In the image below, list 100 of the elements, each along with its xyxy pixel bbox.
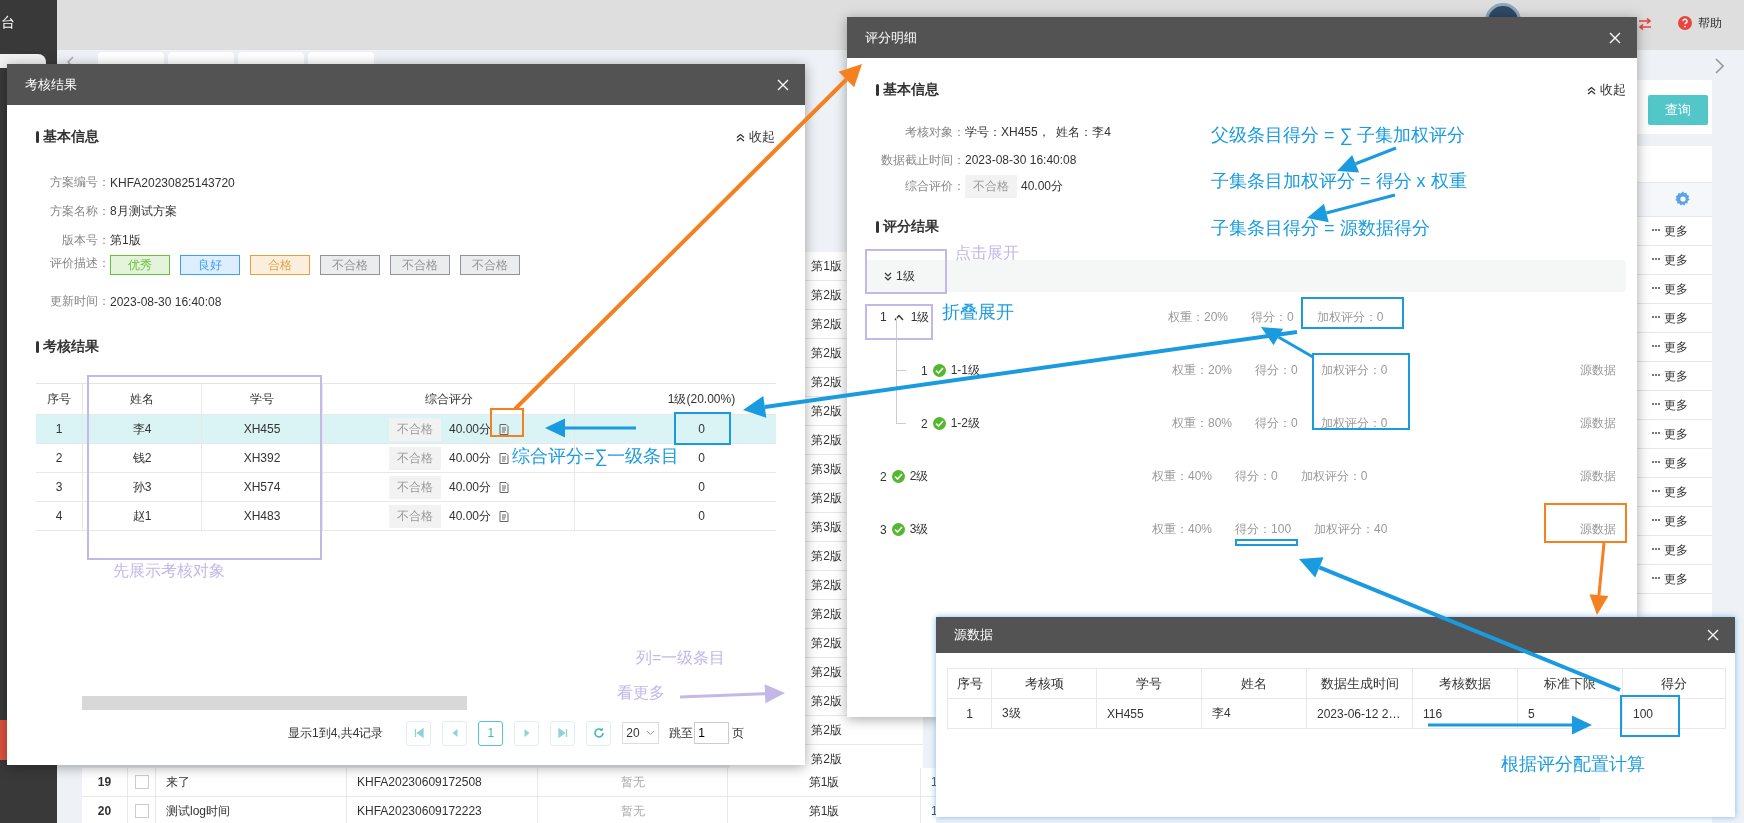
- weighted-score-text: 加权评分：0: [1320, 362, 1388, 379]
- annotation-text: 子集条目得分 = 源数据得分: [1211, 218, 1430, 240]
- table-cell: 100: [1633, 706, 1654, 721]
- field-label: 综合评价：: [904, 177, 965, 195]
- table-cell: XH392: [243, 451, 281, 465]
- page-input[interactable]: 1: [694, 722, 730, 744]
- more-link[interactable]: 更多: [1664, 396, 1688, 414]
- annotation-text: 折叠展开: [942, 302, 1014, 324]
- more-link[interactable]: 更多: [1664, 570, 1688, 588]
- table-cell: 1: [966, 706, 973, 721]
- table-cell: 赵1: [132, 507, 152, 525]
- table-cell: 第2版: [811, 344, 842, 362]
- table-row[interactable]: 1 李4 XH455 不合格 40.00分 0: [36, 415, 776, 444]
- close-icon[interactable]: [1707, 629, 1719, 641]
- more-icon: [1652, 258, 1660, 262]
- tree-connector: [896, 370, 906, 424]
- grade-tag: 不合格: [389, 475, 441, 499]
- grade-tag: 不合格: [389, 504, 441, 528]
- field-label: 考核对象：: [904, 123, 965, 141]
- column-header: 数据生成时间: [1307, 669, 1413, 698]
- chevrons-up-icon[interactable]: [1587, 85, 1596, 95]
- table-cell: 第2版: [811, 402, 842, 420]
- document-icon[interactable]: [499, 452, 510, 464]
- highlight-frame: [490, 408, 524, 437]
- weighted-score-text: 加权评分：0: [1316, 308, 1384, 326]
- group-header[interactable]: 1级: [866, 260, 1626, 292]
- highlight-frame: [674, 412, 731, 445]
- table-cell: 第2版: [811, 547, 842, 565]
- table-cell: 测试log时间: [155, 797, 346, 823]
- item-label: 1: [880, 310, 887, 324]
- field-label: 数据截止时间：: [880, 151, 965, 169]
- score-text: 得分：0: [1255, 362, 1298, 379]
- document-icon[interactable]: [499, 423, 510, 435]
- more-link[interactable]: 更多: [1664, 367, 1688, 385]
- checkbox[interactable]: [134, 775, 149, 789]
- more-link[interactable]: 更多: [1664, 222, 1688, 240]
- table-cell: 第1版: [727, 768, 920, 796]
- swap-icon[interactable]: [1638, 18, 1652, 30]
- more-link[interactable]: 更多: [1664, 541, 1688, 559]
- settings-icon[interactable]: [1675, 191, 1691, 207]
- table-cell: 第2版: [811, 489, 842, 507]
- collapse-link[interactable]: 收起: [749, 128, 775, 146]
- more-link[interactable]: 更多: [1664, 338, 1688, 356]
- table-cell: 0: [698, 480, 705, 494]
- table-cell: 3: [55, 480, 63, 494]
- table-cell: 第1版: [811, 257, 842, 275]
- table-cell: 0: [698, 422, 705, 436]
- score-text: 40.00分: [449, 449, 492, 467]
- more-link[interactable]: 更多: [1664, 251, 1688, 269]
- caret-icon[interactable]: [893, 313, 904, 321]
- table-row[interactable]: 3 孙3 XH574 不合格 40.00分 0: [36, 473, 776, 502]
- highlight-frame: [865, 304, 933, 340]
- score-text: 得分：100: [1235, 521, 1292, 538]
- item-label: 3: [880, 522, 887, 537]
- field-value: 2023-08-30 16:40:08: [965, 153, 1077, 167]
- table-row[interactable]: 4 赵1 XH483 不合格 40.00分 0: [36, 502, 776, 531]
- highlight-frame: [1235, 539, 1298, 546]
- table-cell: 暂无: [537, 797, 727, 823]
- pager-summary: 显示1到4,共4记录: [288, 724, 384, 742]
- table-cell: 来了: [155, 768, 346, 796]
- item-label: 1-1级: [950, 362, 981, 379]
- item-label: 2: [880, 469, 887, 484]
- help-icon[interactable]: [1678, 16, 1692, 30]
- grade-tag: 良好: [180, 255, 240, 275]
- annotation-text: 根据评分配置计算: [1501, 754, 1645, 776]
- help-link[interactable]: 帮助: [1698, 15, 1722, 32]
- more-link[interactable]: 更多: [1664, 280, 1688, 298]
- page-size-select[interactable]: 20: [622, 722, 660, 744]
- document-icon[interactable]: [499, 481, 510, 493]
- column-header: 学号: [1097, 669, 1202, 698]
- collapse-link[interactable]: 收起: [1600, 81, 1626, 99]
- more-icon: [1652, 374, 1660, 378]
- table-cell-text: 19: [96, 774, 113, 791]
- more-link[interactable]: 更多: [1664, 483, 1688, 501]
- close-icon[interactable]: [1609, 31, 1621, 44]
- more-link[interactable]: 更多: [1664, 454, 1688, 472]
- annotation-text: 父级条目得分 = ∑ 子集加权评分: [1211, 125, 1466, 147]
- chevrons-up-icon[interactable]: [736, 132, 745, 142]
- weighted-score-text: 加权评分：0: [1320, 415, 1388, 432]
- weight-text: 权重：20%: [1168, 308, 1229, 326]
- more-link[interactable]: 更多: [1664, 425, 1688, 443]
- more-link[interactable]: 更多: [1664, 512, 1688, 530]
- more-link[interactable]: 更多: [1664, 309, 1688, 327]
- scrollbar[interactable]: [82, 696, 467, 710]
- table-cell: 0: [698, 451, 705, 465]
- table-cell: 2: [55, 451, 63, 465]
- table-cell: 李4: [1212, 705, 1231, 722]
- checkbox[interactable]: [134, 804, 149, 818]
- field-value: 2023-08-30 16:40:08: [110, 294, 222, 309]
- table-cell: 李4: [132, 420, 152, 438]
- app-title: 台: [1, 14, 15, 32]
- score-text: 得分：0: [1251, 308, 1294, 326]
- document-icon[interactable]: [499, 510, 510, 522]
- close-icon[interactable]: [777, 78, 789, 91]
- item-label: 3级: [909, 521, 929, 538]
- table-cell: XH483: [243, 509, 281, 523]
- column-header: 姓名: [82, 384, 201, 414]
- table-cell: 第1版: [727, 797, 920, 823]
- grade-tag: 不合格: [460, 255, 520, 275]
- field-label: 版本号：: [61, 232, 110, 249]
